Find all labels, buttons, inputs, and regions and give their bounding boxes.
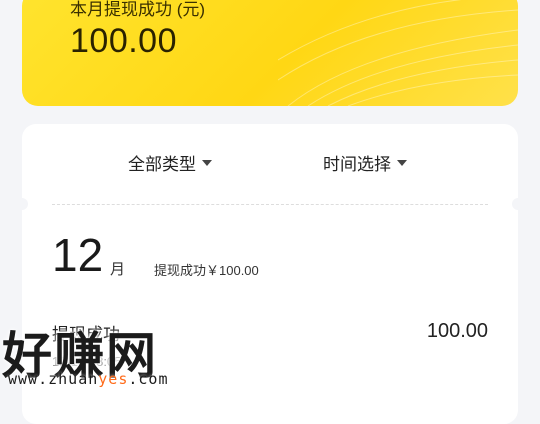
time-filter-label: 时间选择 [323,155,391,174]
watermark-url-highlight: yes [98,370,129,388]
watermark: 好赚网 www.zhuanyes.com [0,316,200,401]
dashed-divider [52,204,488,205]
filter-bar: 全部类型 时间选择 [22,124,518,200]
caret-down-icon [202,159,212,166]
monthly-summary-card: 本月提现成功 (元) 100.00 [22,0,518,106]
ticket-divider [16,198,524,210]
watermark-url-suffix: .com [128,370,169,388]
watermark-url: www.zhuanyes.com [8,370,169,388]
decorative-wave-pattern [278,0,518,106]
monthly-withdraw-label: 本月提现成功 (元) [70,0,206,19]
watermark-url-prefix: www.zhuan [8,370,99,388]
month-unit: 月 [110,261,126,278]
record-amount: 100.00 [426,320,488,342]
type-filter-label: 全部类型 [128,155,196,174]
divider-notch-right [512,198,524,210]
monthly-withdraw-amount: 100.00 [70,22,177,60]
type-filter-dropdown[interactable]: 全部类型 [128,150,212,175]
caret-down-icon [397,159,407,166]
month-number: 12 [52,229,104,281]
divider-notch-left [16,198,28,210]
month-summary: 提现成功￥100.00 [154,263,259,278]
time-filter-dropdown[interactable]: 时间选择 [323,150,407,175]
